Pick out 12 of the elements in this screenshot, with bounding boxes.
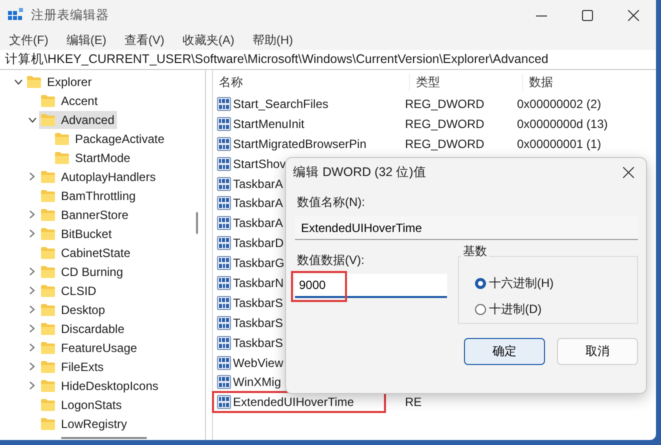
table-cell-text: REG_DWORD xyxy=(404,96,486,112)
field-label: 数值名称(N): xyxy=(297,194,366,211)
group-label: 基数 xyxy=(461,243,489,260)
table-cell: 0x0000000d (13) xyxy=(517,116,608,132)
table-cell: 0x00000002 (2) xyxy=(517,96,602,112)
table-cell-text: REG_DWORD xyxy=(404,116,486,132)
table-cell-text: REG_DWORD xyxy=(404,136,486,152)
table-cell-text: RE xyxy=(404,394,423,410)
field-label: 数值数据(V): xyxy=(297,252,366,269)
window-title: 注册表编辑器 xyxy=(31,6,109,24)
table-cell: 0x00000001 (1) xyxy=(517,136,602,152)
dialog-title: 编辑 DWORD (32 位)值 xyxy=(293,164,426,180)
